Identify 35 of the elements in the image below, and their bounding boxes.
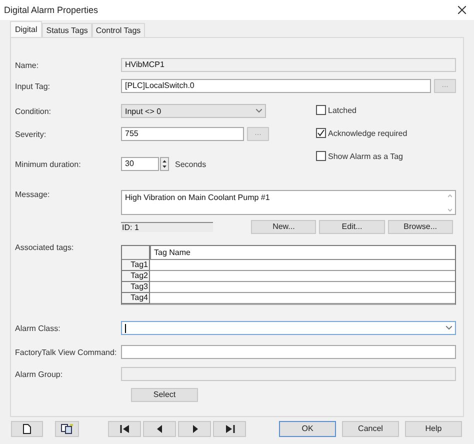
message-field[interactable]: High Vibration on Main Coolant Pump #1 bbox=[121, 190, 456, 215]
duration-field[interactable]: 30 bbox=[121, 157, 159, 171]
checkbox-label: Latched bbox=[328, 106, 358, 114]
field-label: Name: bbox=[15, 60, 40, 70]
field-label: Message: bbox=[15, 190, 51, 199]
tab[interactable]: Digital bbox=[10, 21, 42, 37]
field-label: Alarm Class: bbox=[15, 324, 62, 332]
condition-dropdown[interactable]: Input <> 0 bbox=[121, 104, 266, 118]
message-button[interactable]: Edit... bbox=[319, 220, 385, 234]
message-button[interactable]: Browse... bbox=[388, 220, 454, 234]
field-label: Condition: bbox=[15, 106, 52, 116]
message-button[interactable]: New... bbox=[251, 220, 316, 234]
field-label: Severity: bbox=[15, 130, 48, 138]
window-title: Digital Alarm Properties bbox=[4, 5, 98, 15]
checkbox-label: Acknowledge required bbox=[328, 128, 408, 138]
checkbox-label: Show Alarm as a Tag bbox=[328, 152, 404, 160]
row-header: Tag1 bbox=[122, 260, 150, 271]
row-header: Tag2 bbox=[122, 271, 150, 282]
field-label: FactoryTalk View Command: bbox=[15, 348, 118, 356]
input-tag-field[interactable]: [PLC]LocalSwitch.0 bbox=[121, 79, 432, 93]
message-id: ID: 1 bbox=[121, 222, 214, 232]
unit-label: Seconds bbox=[175, 160, 206, 168]
dialog-button[interactable]: Cancel bbox=[342, 420, 399, 436]
field-label: Alarm Group: bbox=[15, 370, 64, 378]
column-header: Tag Name bbox=[150, 246, 455, 259]
row-header: Tag4 bbox=[122, 293, 150, 304]
field-label: Minimum duration: bbox=[15, 160, 82, 168]
dialog-button[interactable]: OK bbox=[279, 420, 336, 436]
row-header: Tag3 bbox=[122, 282, 150, 293]
field-label: Associated tags: bbox=[15, 243, 75, 252]
field-label: Input Tag: bbox=[15, 82, 51, 90]
tab[interactable]: Control Tags bbox=[92, 23, 145, 37]
tab[interactable]: Status Tags bbox=[42, 23, 92, 37]
dialog-button[interactable]: Help bbox=[405, 420, 462, 436]
severity-field[interactable]: 755 bbox=[121, 127, 244, 141]
